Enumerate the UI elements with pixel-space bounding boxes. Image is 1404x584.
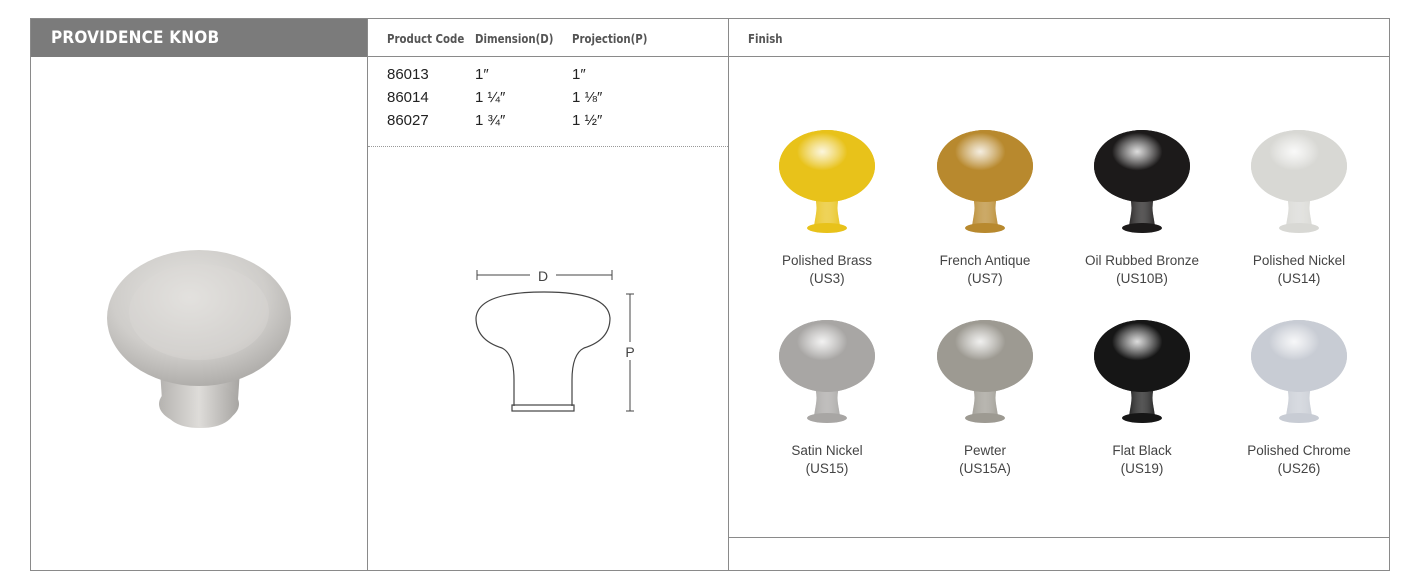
column-divider-2 — [728, 18, 729, 571]
finish-code: (US19) — [1120, 461, 1164, 476]
finish-code: (US10B) — [1116, 271, 1168, 286]
finish-code: (US15) — [805, 461, 849, 476]
finish-name: Polished Nickel — [1252, 253, 1346, 268]
spec-code: 86014 — [387, 89, 429, 106]
dimension-d-label: D — [538, 268, 548, 284]
spec-projection: 1 ⅛″ — [572, 89, 603, 106]
finish-name: Polished Chrome — [1247, 443, 1351, 458]
finish-item: Satin Nickel (US15) — [752, 442, 902, 478]
spec-dimension: 1 ¾″ — [475, 112, 506, 129]
finish-swatch-knob — [1094, 320, 1190, 423]
finish-swatch-knob — [1251, 130, 1347, 233]
dimension-diagram: D P — [475, 268, 635, 412]
column-divider-1 — [367, 18, 368, 571]
finish-name: Pewter — [963, 443, 1007, 458]
header-projection: Projection(P) — [572, 32, 648, 46]
product-title: PROVIDENCE KNOB — [51, 28, 220, 48]
finish-item: French Antique (US7) — [910, 252, 1060, 288]
finish-name: Satin Nickel — [791, 443, 863, 458]
finish-name: French Antique — [939, 253, 1031, 268]
finish-name: Oil Rubbed Bronze — [1084, 253, 1200, 268]
spec-dimension: 1″ — [475, 66, 489, 83]
finish-item: Oil Rubbed Bronze (US10B) — [1067, 252, 1217, 288]
spec-dimension: 1 ¼″ — [475, 89, 506, 106]
header-finish: Finish — [748, 32, 783, 46]
product-knob-image — [107, 250, 291, 428]
finish-name: Polished Brass — [781, 253, 873, 268]
finish-swatch-knob — [779, 320, 875, 423]
finish-item: Flat Black (US19) — [1067, 442, 1217, 478]
finish-item: Polished Nickel (US14) — [1224, 252, 1374, 288]
spec-dotted-divider — [368, 146, 728, 147]
spec-projection: 1 ½″ — [572, 112, 603, 129]
finish-code: (US7) — [967, 271, 1003, 286]
finish-code: (US26) — [1277, 461, 1321, 476]
finish-code: (US15A) — [959, 461, 1011, 476]
header-dimension: Dimension(D) — [475, 32, 554, 46]
finish-swatch-knob — [1251, 320, 1347, 423]
finish-item: Polished Chrome (US26) — [1224, 442, 1374, 478]
finish-swatch-knob — [779, 130, 875, 233]
finish-swatch-knob — [937, 320, 1033, 423]
finish-code: (US14) — [1277, 271, 1321, 286]
finish-item: Pewter (US15A) — [910, 442, 1060, 478]
finish-swatch-knob — [1094, 130, 1190, 233]
finish-item: Polished Brass (US3) — [752, 252, 902, 288]
title-bar: PROVIDENCE KNOB — [31, 19, 367, 57]
finish-code: (US3) — [809, 271, 845, 286]
spec-code: 86013 — [387, 66, 429, 83]
finish-swatch-knob — [937, 130, 1033, 233]
spec-code: 86027 — [387, 112, 429, 129]
finish-footer-divider — [728, 537, 1390, 538]
finish-name: Flat Black — [1112, 443, 1172, 458]
projection-p-label: P — [625, 344, 634, 360]
spec-projection: 1″ — [572, 66, 586, 83]
header-product-code: Product Code — [387, 32, 465, 46]
